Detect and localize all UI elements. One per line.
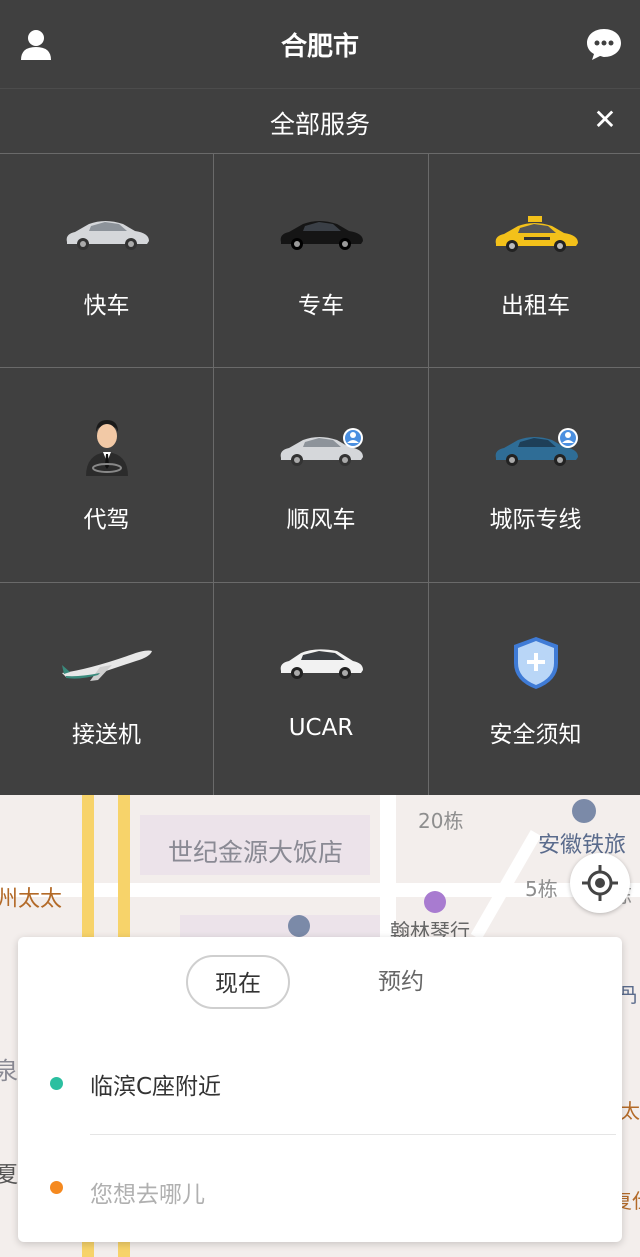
service-label: 专车 <box>298 293 344 319</box>
close-icon[interactable]: ✕ <box>588 103 622 137</box>
map-label: 世纪金源大饭店 <box>168 838 344 867</box>
crosshair-icon <box>582 865 618 901</box>
map-building-label: 5栋 <box>525 877 558 901</box>
service-safety-notice[interactable]: 安全须知 <box>429 583 640 796</box>
service-label: 出租车 <box>501 293 570 319</box>
map-poi-icon <box>572 799 596 823</box>
map-label: 夏 <box>0 1163 19 1188</box>
carpool-car-icon <box>271 418 371 478</box>
service-express[interactable]: 快车 <box>0 154 213 367</box>
driver-person-icon <box>57 418 157 478</box>
locate-me-button[interactable] <box>570 853 630 913</box>
service-label: UCAR <box>288 715 354 741</box>
service-ucar[interactable]: UCAR <box>214 583 428 796</box>
all-services-bar: 全部服务 ✕ <box>0 88 640 153</box>
intercity-car-icon <box>486 418 586 478</box>
service-taxi[interactable]: 出租车 <box>429 154 640 367</box>
tab-reserve[interactable]: 预约 <box>356 955 446 1009</box>
map-label: 泉 <box>0 1057 18 1085</box>
service-designated-driver[interactable]: 代驾 <box>0 368 213 582</box>
top-bar: 合肥市 <box>0 0 640 88</box>
service-label: 安全须知 <box>489 722 582 748</box>
service-premier[interactable]: 专车 <box>214 154 428 367</box>
service-airport-transfer[interactable]: 接送机 <box>0 583 213 796</box>
shield-icon <box>486 633 586 693</box>
destination-dot-icon <box>50 1181 63 1194</box>
city-title[interactable]: 合肥市 <box>0 26 640 63</box>
service-label: 代驾 <box>83 507 130 533</box>
map-label: 安徽铁旅 <box>538 833 627 858</box>
black-car-icon <box>271 204 371 264</box>
map-poi-icon <box>288 915 310 937</box>
service-label: 接送机 <box>72 722 141 748</box>
map-building-label: 太 <box>620 1099 640 1123</box>
map-label: 州太太 <box>0 887 63 912</box>
message-icon[interactable] <box>584 24 624 64</box>
map-building-label: 20栋 <box>418 809 464 833</box>
service-intercity[interactable]: 城际专线 <box>429 368 640 582</box>
divider <box>90 1134 616 1135</box>
taxi-icon <box>486 204 586 264</box>
all-services-title: 全部服务 <box>269 110 370 139</box>
trip-panel: 现在 预约 临滨C座附近 您想去哪儿 <box>18 937 622 1242</box>
white-hatchback-icon <box>271 633 371 693</box>
service-label: 城际专线 <box>489 507 582 533</box>
airplane-icon <box>57 633 157 693</box>
map-poi-icon <box>424 891 446 913</box>
service-label: 顺风车 <box>286 507 356 533</box>
service-label: 快车 <box>83 293 130 319</box>
service-carpool[interactable]: 顺风车 <box>214 368 428 582</box>
origin-field[interactable]: 临滨C座附近 <box>90 1067 221 1101</box>
destination-input[interactable]: 您想去哪儿 <box>90 1175 205 1209</box>
tab-now[interactable]: 现在 <box>186 955 290 1009</box>
services-grid: 快车 专车 出租车 代驾 顺风车 城际专线 接送机 UCAR 安全须知 <box>0 153 640 796</box>
origin-dot-icon <box>50 1077 63 1090</box>
silver-car-icon <box>57 204 157 264</box>
